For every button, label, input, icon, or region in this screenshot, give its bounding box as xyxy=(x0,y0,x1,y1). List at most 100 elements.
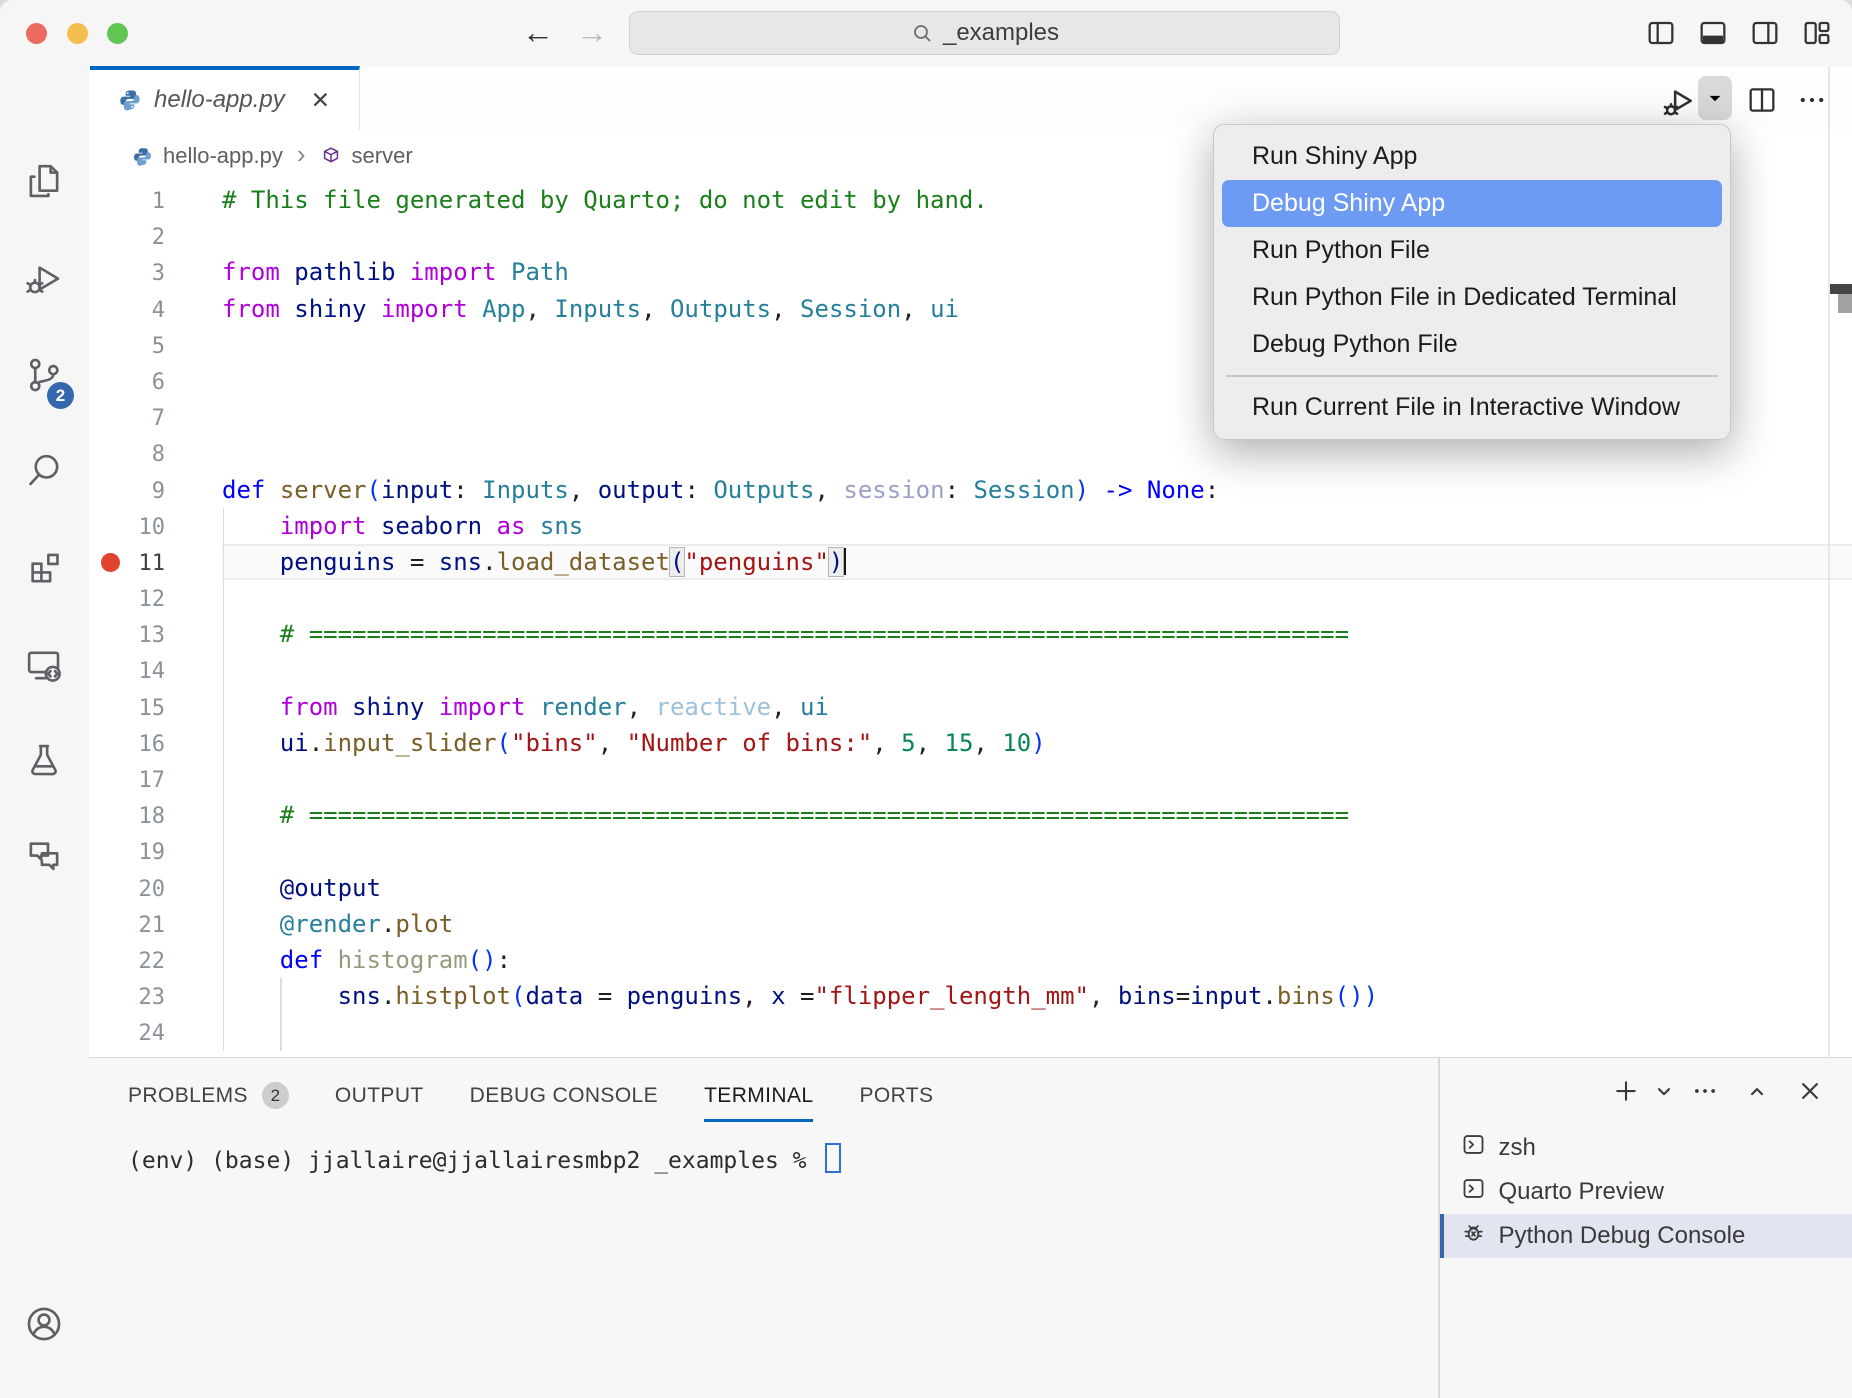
code-token: seaborn xyxy=(367,512,497,540)
menu-item[interactable]: Run Current File in Interactive Window xyxy=(1214,384,1730,431)
panel-tab-terminal[interactable]: TERMINAL xyxy=(704,1072,813,1122)
gutter[interactable]: 21 xyxy=(89,906,222,942)
gutter[interactable]: 20 xyxy=(89,870,222,906)
code-line[interactable]: 24 xyxy=(89,1014,1852,1050)
search-icon[interactable] xyxy=(23,450,65,492)
gutter[interactable]: 13 xyxy=(89,616,222,652)
gutter[interactable]: 16 xyxy=(89,725,222,761)
code-line[interactable]: 10 import seaborn as sns xyxy=(89,508,1852,544)
scrollbar-thumb[interactable] xyxy=(1838,294,1852,313)
terminal-list-item[interactable]: zsh xyxy=(1440,1126,1852,1170)
tab-hello-app-py[interactable]: hello-app.py ✕ xyxy=(90,66,360,130)
gutter[interactable]: 14 xyxy=(89,652,222,688)
back-arrow-button[interactable]: ← xyxy=(522,14,554,50)
comments-icon[interactable] xyxy=(23,834,65,876)
code-token: : xyxy=(1205,476,1219,504)
code-line[interactable]: 13 # ===================================… xyxy=(89,616,1852,652)
close-window-button[interactable] xyxy=(26,23,47,44)
gutter[interactable]: 5 xyxy=(89,327,222,363)
gutter[interactable]: 24 xyxy=(89,1014,222,1050)
run-debug-icon[interactable] xyxy=(23,258,65,300)
gutter[interactable]: 1 xyxy=(89,182,222,218)
code-token: = xyxy=(1176,982,1190,1010)
toggle-panel-button[interactable] xyxy=(1697,17,1729,49)
panel-tab-output[interactable]: OUTPUT xyxy=(335,1072,424,1122)
panel-tab-ports[interactable]: PORTS xyxy=(859,1072,933,1122)
gutter[interactable]: 22 xyxy=(89,942,222,978)
panel-tab-problems[interactable]: PROBLEMS2 xyxy=(128,1072,289,1122)
terminal-prompt[interactable]: (env) (base) jjallaire@jjallairesmbp2 _e… xyxy=(128,1143,841,1174)
terminal-list-item[interactable]: Python Debug Console xyxy=(1440,1214,1852,1258)
line-number: 7 xyxy=(152,406,165,431)
terminal-list-item[interactable]: Quarto Preview xyxy=(1440,1170,1852,1214)
close-tab-icon[interactable]: ✕ xyxy=(311,87,330,114)
panel-tab-debug-console[interactable]: DEBUG CONSOLE xyxy=(470,1072,658,1122)
testing-icon[interactable] xyxy=(23,739,65,781)
menu-item[interactable]: Debug Shiny App xyxy=(1222,180,1722,227)
breakpoint-dot[interactable] xyxy=(101,553,120,572)
gutter[interactable]: 3 xyxy=(89,254,222,290)
panel-more-actions-button[interactable] xyxy=(1690,1076,1720,1106)
remote-explorer-icon[interactable] xyxy=(23,644,65,686)
gutter[interactable]: 6 xyxy=(89,363,222,399)
gutter[interactable]: 15 xyxy=(89,689,222,725)
code-line[interactable]: 11 penguins = sns.load_dataset("penguins… xyxy=(89,544,1852,580)
code-line[interactable]: 17 xyxy=(89,761,1852,797)
selection-bar xyxy=(1440,1214,1444,1258)
gutter[interactable]: 2 xyxy=(89,218,222,254)
gutter[interactable]: 17 xyxy=(89,761,222,797)
forward-arrow-button[interactable]: → xyxy=(576,14,608,50)
extensions-icon[interactable] xyxy=(23,547,65,589)
code-token xyxy=(222,801,280,829)
terminal-list-label: zsh xyxy=(1499,1134,1536,1162)
gutter[interactable]: 9 xyxy=(89,472,222,508)
account-icon[interactable] xyxy=(23,1303,65,1345)
code-line[interactable]: 14 xyxy=(89,652,1852,688)
new-terminal-button[interactable] xyxy=(1611,1076,1641,1106)
line-number: 20 xyxy=(139,877,166,902)
line-number: 23 xyxy=(139,985,166,1010)
zoom-window-button[interactable] xyxy=(107,23,128,44)
toggle-secondary-sidebar-button[interactable] xyxy=(1749,17,1781,49)
code-line[interactable]: 9def server(input: Inputs, output: Outpu… xyxy=(89,472,1852,508)
breadcrumb-file[interactable]: hello-app.py xyxy=(163,143,283,169)
code-line[interactable]: 22 def histogram(): xyxy=(89,942,1852,978)
code-token xyxy=(222,693,280,721)
gutter[interactable]: 18 xyxy=(89,797,222,833)
explorer-icon[interactable] xyxy=(23,160,65,202)
breadcrumb-symbol[interactable]: server xyxy=(352,143,413,169)
panel-tab-label: OUTPUT xyxy=(335,1084,424,1108)
source-control-icon[interactable]: 2 xyxy=(23,354,65,396)
terminal-launch-chevron-button[interactable] xyxy=(1649,1076,1679,1106)
menu-item[interactable]: Debug Python File xyxy=(1214,321,1730,368)
code-line[interactable]: 15 from shiny import render, reactive, u… xyxy=(89,689,1852,725)
customize-layout-button[interactable] xyxy=(1801,17,1833,49)
maximize-panel-button[interactable] xyxy=(1742,1076,1772,1106)
gutter[interactable]: 4 xyxy=(89,291,222,327)
gutter[interactable]: 11 xyxy=(89,544,222,580)
command-center-search[interactable]: _examples xyxy=(629,11,1340,55)
gutter[interactable]: 7 xyxy=(89,399,222,435)
close-panel-button[interactable] xyxy=(1795,1076,1825,1106)
gutter[interactable]: 12 xyxy=(89,580,222,616)
code-line[interactable]: 19 xyxy=(89,833,1852,869)
terminal-icon xyxy=(1460,1131,1487,1165)
gutter[interactable]: 19 xyxy=(89,833,222,869)
gutter[interactable]: 8 xyxy=(89,435,222,471)
code-line[interactable]: 23 sns.histplot(data = penguins, x ="fli… xyxy=(89,978,1852,1014)
toggle-primary-sidebar-button[interactable] xyxy=(1645,17,1677,49)
code-line[interactable]: 20 @output xyxy=(89,870,1852,906)
code-line[interactable]: 12 xyxy=(89,580,1852,616)
gutter[interactable]: 23 xyxy=(89,978,222,1014)
menu-item[interactable]: Run Shiny App xyxy=(1214,133,1730,180)
code-line[interactable]: 21 @render.plot xyxy=(89,906,1852,942)
minimize-window-button[interactable] xyxy=(67,23,88,44)
run-options-chevron-button[interactable] xyxy=(1698,76,1732,120)
gutter[interactable]: 10 xyxy=(89,508,222,544)
menu-item[interactable]: Run Python File xyxy=(1214,227,1730,274)
menu-item[interactable]: Run Python File in Dedicated Terminal xyxy=(1214,274,1730,321)
code-line[interactable]: 18 # ===================================… xyxy=(89,797,1852,833)
code-line[interactable]: 16 ui.input_slider("bins", "Number of bi… xyxy=(89,725,1852,761)
code-token: @render xyxy=(280,910,381,938)
code-line[interactable]: 8 xyxy=(89,435,1852,471)
